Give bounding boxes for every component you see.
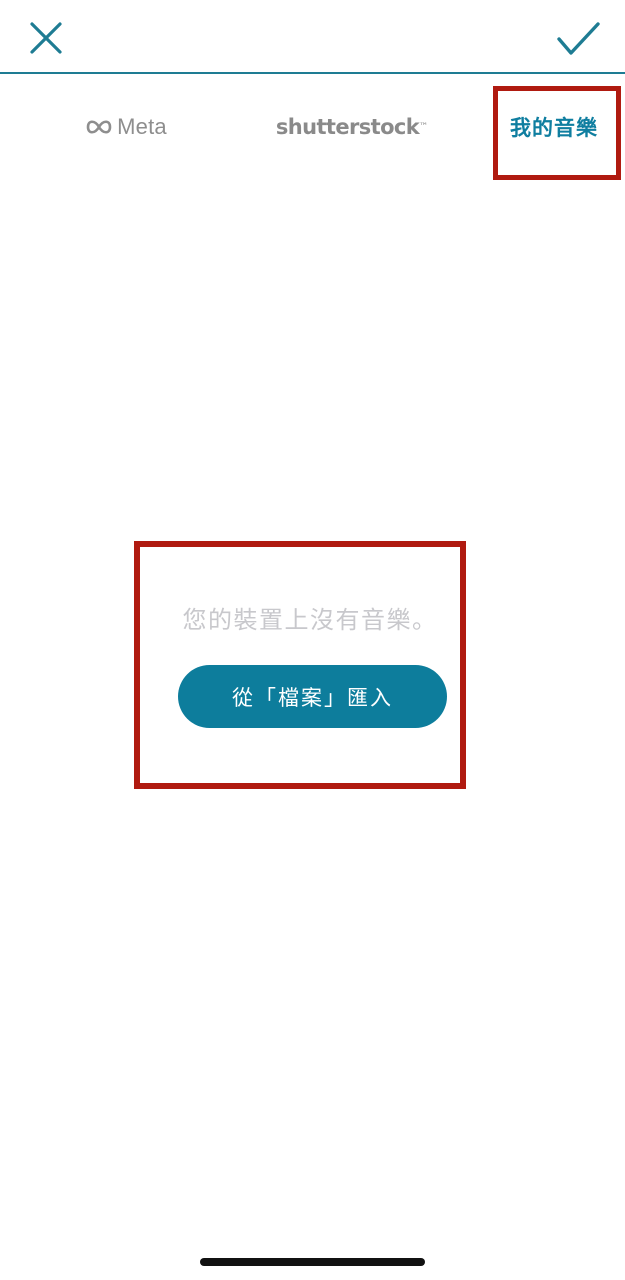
header-divider [0,72,625,74]
close-button[interactable] [26,18,66,58]
home-indicator[interactable] [200,1258,425,1266]
top-bar [0,0,625,72]
tab-meta[interactable]: Meta [70,84,182,170]
close-icon [30,22,62,54]
meta-infinity-icon [86,120,112,134]
music-source-tabs: Meta shutterstock ™ 我的音樂 [0,84,625,174]
confirm-button[interactable] [554,18,602,58]
trademark-mark: ™ [419,122,429,132]
meta-logo: Meta [85,114,167,140]
tab-shutterstock-label: shutterstock [275,115,420,139]
tab-my-music[interactable]: 我的音樂 [492,84,616,170]
empty-state-message: 您的裝置上沒有音樂。 [182,606,438,634]
import-from-files-button[interactable]: 從「檔案」匯入 [178,665,447,728]
checkmark-icon [557,22,600,55]
tab-my-music-label: 我的音樂 [510,116,598,140]
tab-meta-label: Meta [117,114,167,139]
tab-shutterstock[interactable]: shutterstock ™ [272,84,432,170]
